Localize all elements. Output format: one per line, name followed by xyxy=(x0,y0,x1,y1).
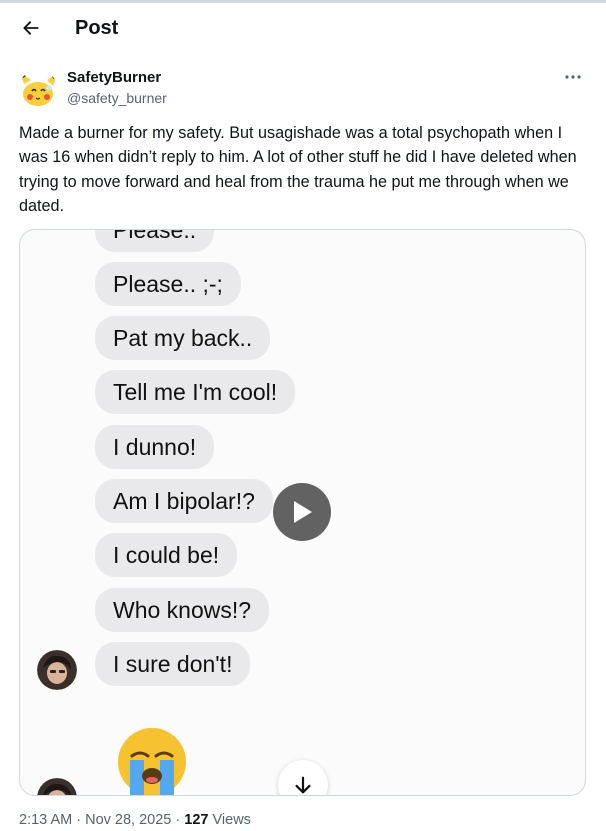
chat-bubble: Am I bipolar!? xyxy=(95,479,273,523)
post-date: Nov 28, 2025 xyxy=(85,812,172,828)
separator: · xyxy=(175,812,181,828)
chat-bubble: Please.. xyxy=(95,230,215,252)
chat-bubble: Tell me I'm cool! xyxy=(95,370,296,414)
page-title: Post xyxy=(75,17,119,39)
arrow-left-icon xyxy=(23,21,39,35)
person-photo-icon xyxy=(37,650,77,690)
chat-bubble: I dunno! xyxy=(95,425,215,469)
handle[interactable]: @safety_burner xyxy=(67,90,167,106)
separator: · xyxy=(76,812,82,828)
chat-bubble: I sure don't! xyxy=(95,642,251,686)
views-count: 127 xyxy=(184,812,209,828)
chat-avatar xyxy=(37,650,77,690)
tweet-text: Made a burner for my safety. But usagish… xyxy=(19,124,577,216)
more-options-button[interactable] xyxy=(560,66,586,88)
chat-avatar xyxy=(37,778,77,795)
scroll-down-button xyxy=(278,760,328,795)
chat-bubble: Please.. ;-; xyxy=(95,262,241,306)
chat-bubble: I could be! xyxy=(95,533,238,577)
avatar[interactable] xyxy=(18,70,58,110)
views-label: Views xyxy=(212,812,251,828)
post-header: Post xyxy=(0,3,606,53)
display-name[interactable]: SafetyBurner xyxy=(67,69,161,86)
back-button[interactable] xyxy=(14,11,48,45)
video-media[interactable]: Please.. Please.. ;-; Pat my back.. Tell… xyxy=(19,229,586,796)
post-time-link[interactable]: 2:13 AM · Nov 28, 2025 xyxy=(19,812,171,828)
chat-bubble: Pat my back.. xyxy=(95,316,271,360)
play-button[interactable] xyxy=(273,483,331,541)
post-time: 2:13 AM xyxy=(19,812,73,828)
arrow-down-icon xyxy=(295,776,311,794)
play-icon xyxy=(294,501,312,523)
author-row: SafetyBurner @safety_burner xyxy=(18,66,588,112)
crying-emoji xyxy=(116,726,188,795)
pikachu-avatar-icon xyxy=(18,70,58,110)
post-meta: 2:13 AM · Nov 28, 2025 · 127 Views xyxy=(19,812,251,828)
chat-bubble: Who knows!? xyxy=(95,588,270,632)
more-horizontal-icon xyxy=(565,75,581,79)
loudly-crying-face-icon xyxy=(118,728,186,795)
person-photo-icon xyxy=(37,778,77,795)
